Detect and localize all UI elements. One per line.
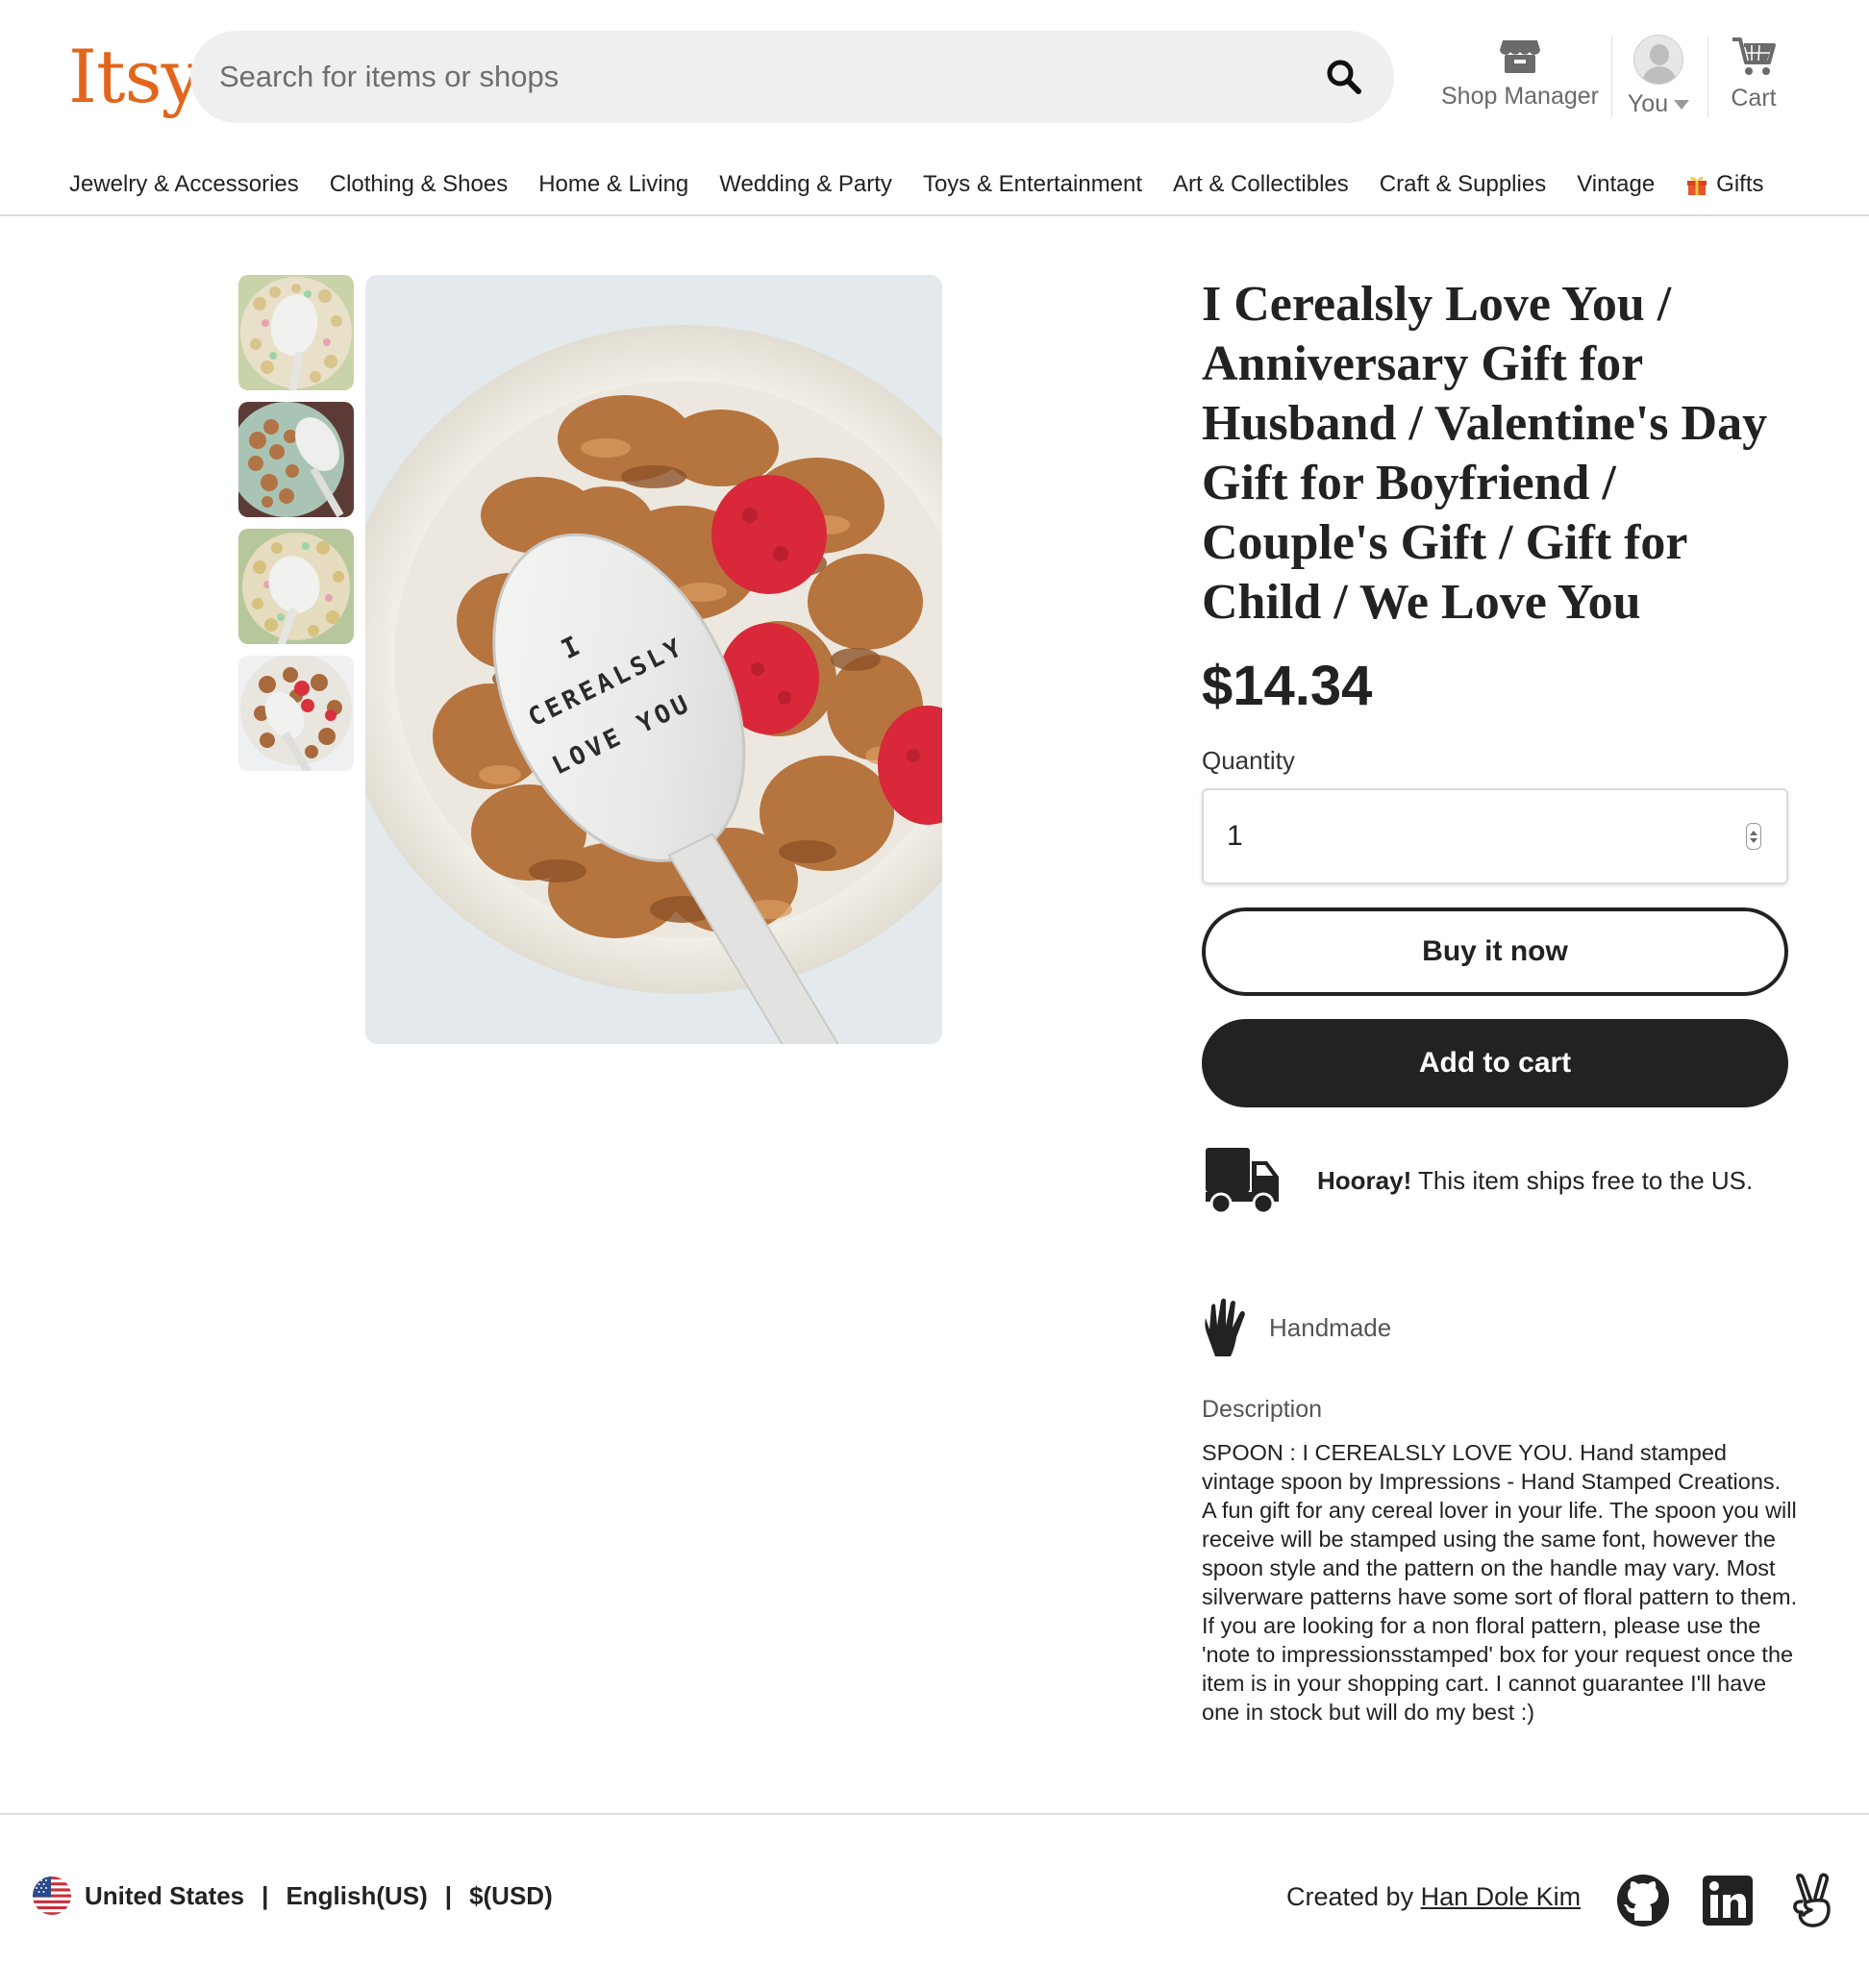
country-label: United States bbox=[85, 1880, 245, 1910]
divider bbox=[1707, 37, 1708, 117]
description-text: SPOON : I CEREALSLY LOVE YOU. Hand stamp… bbox=[1202, 1440, 1798, 1725]
footer-divider bbox=[0, 1813, 1869, 1815]
product-price: $14.34 bbox=[1202, 655, 1373, 717]
thumbnail-list bbox=[238, 275, 354, 783]
thumbnail-image bbox=[238, 529, 354, 644]
quantity-input[interactable] bbox=[1227, 790, 1688, 882]
cart-label: Cart bbox=[1731, 85, 1777, 112]
category-home[interactable]: Home & Living bbox=[538, 165, 688, 204]
locale-settings[interactable]: United States | English(US) | $(USD) bbox=[33, 1875, 553, 1917]
us-flag-icon bbox=[33, 1876, 71, 1915]
separator: | bbox=[262, 1880, 269, 1910]
currency-label: $(USD) bbox=[469, 1880, 553, 1910]
category-wedding[interactable]: Wedding & Party bbox=[719, 165, 892, 204]
shop-manager-link[interactable]: Shop Manager bbox=[1441, 35, 1600, 127]
product-photo: I CEREALSLY LOVE YOU bbox=[365, 275, 942, 1044]
shipping-text: Hooray! This item ships free to the US. bbox=[1317, 1166, 1753, 1196]
shipping-message: This item ships free to the US. bbox=[1411, 1165, 1754, 1195]
buy-now-button[interactable]: Buy it now bbox=[1202, 907, 1788, 996]
you-label: You bbox=[1627, 90, 1669, 117]
thumbnail-image bbox=[238, 656, 354, 771]
add-to-cart-button[interactable]: Add to cart bbox=[1202, 1019, 1788, 1107]
site-header: Itsy Shop Manager You bbox=[0, 0, 1869, 216]
handmade-badge: Handmade bbox=[1202, 1294, 1391, 1361]
category-toys[interactable]: Toys & Entertainment bbox=[923, 165, 1142, 204]
product-title: I Cerealsly Love You / Anniversary Gift … bbox=[1202, 277, 1768, 630]
github-icon bbox=[1617, 1875, 1669, 1926]
linkedin-icon bbox=[1703, 1876, 1753, 1926]
search-button[interactable] bbox=[1317, 50, 1371, 104]
stepper-down-icon bbox=[1750, 837, 1757, 843]
category-gifts[interactable]: Gifts bbox=[1685, 165, 1764, 204]
search-icon bbox=[1327, 60, 1361, 94]
linkedin-link[interactable] bbox=[1700, 1873, 1756, 1928]
author-link[interactable]: Han Dole Kim bbox=[1421, 1882, 1582, 1911]
quantity-label: Quantity bbox=[1202, 746, 1295, 775]
thumbnail-image bbox=[238, 402, 354, 517]
shop-icon bbox=[1500, 40, 1540, 73]
truck-icon bbox=[1206, 1148, 1279, 1215]
category-gifts-label: Gifts bbox=[1716, 171, 1764, 197]
shop-manager-label: Shop Manager bbox=[1441, 83, 1600, 110]
quantity-field bbox=[1202, 788, 1788, 884]
thumbnail-4[interactable] bbox=[238, 656, 354, 771]
thumbnail-2[interactable] bbox=[238, 402, 354, 517]
category-clothing[interactable]: Clothing & Shoes bbox=[330, 165, 508, 204]
stepper-up-icon bbox=[1750, 830, 1757, 835]
github-link[interactable] bbox=[1615, 1873, 1671, 1928]
language-label: English(US) bbox=[286, 1880, 428, 1910]
thumbnail-3[interactable] bbox=[238, 529, 354, 644]
description-label: Description bbox=[1202, 1396, 1323, 1423]
separator: | bbox=[444, 1880, 453, 1910]
main-product-image[interactable]: I CEREALSLY LOVE YOU bbox=[365, 275, 942, 1044]
search-input[interactable] bbox=[219, 31, 1277, 123]
cart-link[interactable]: Cart bbox=[1717, 35, 1790, 127]
category-craft[interactable]: Craft & Supplies bbox=[1380, 165, 1546, 204]
hand-icon bbox=[1205, 1298, 1245, 1356]
divider bbox=[1611, 37, 1612, 117]
handmade-label: Handmade bbox=[1269, 1312, 1392, 1342]
category-art[interactable]: Art & Collectibles bbox=[1173, 165, 1349, 204]
angellist-link[interactable] bbox=[1784, 1873, 1840, 1928]
credit-prefix: Created by bbox=[1286, 1882, 1421, 1911]
shipping-bold: Hooray! bbox=[1317, 1165, 1412, 1195]
quantity-stepper[interactable] bbox=[1746, 823, 1761, 850]
you-menu[interactable]: You bbox=[1615, 35, 1702, 127]
credit-text: Created by Han Dole Kim bbox=[1286, 1882, 1581, 1912]
category-nav: Jewelry & Accessories Clothing & Shoes H… bbox=[69, 165, 1795, 204]
thumbnail-1[interactable] bbox=[238, 275, 354, 390]
avatar-icon bbox=[1633, 35, 1683, 85]
site-logo[interactable]: Itsy bbox=[68, 29, 202, 125]
cart-icon bbox=[1732, 37, 1776, 75]
angellist-icon bbox=[1793, 1873, 1831, 1927]
gift-icon bbox=[1687, 177, 1707, 195]
chevron-down-icon bbox=[1674, 100, 1690, 111]
category-vintage[interactable]: Vintage bbox=[1577, 165, 1655, 204]
shipping-info: Hooray! This item ships free to the US. bbox=[1202, 1140, 1798, 1221]
thumbnail-image bbox=[238, 275, 354, 390]
category-jewelry[interactable]: Jewelry & Accessories bbox=[69, 165, 299, 204]
search-bar bbox=[190, 31, 1394, 123]
